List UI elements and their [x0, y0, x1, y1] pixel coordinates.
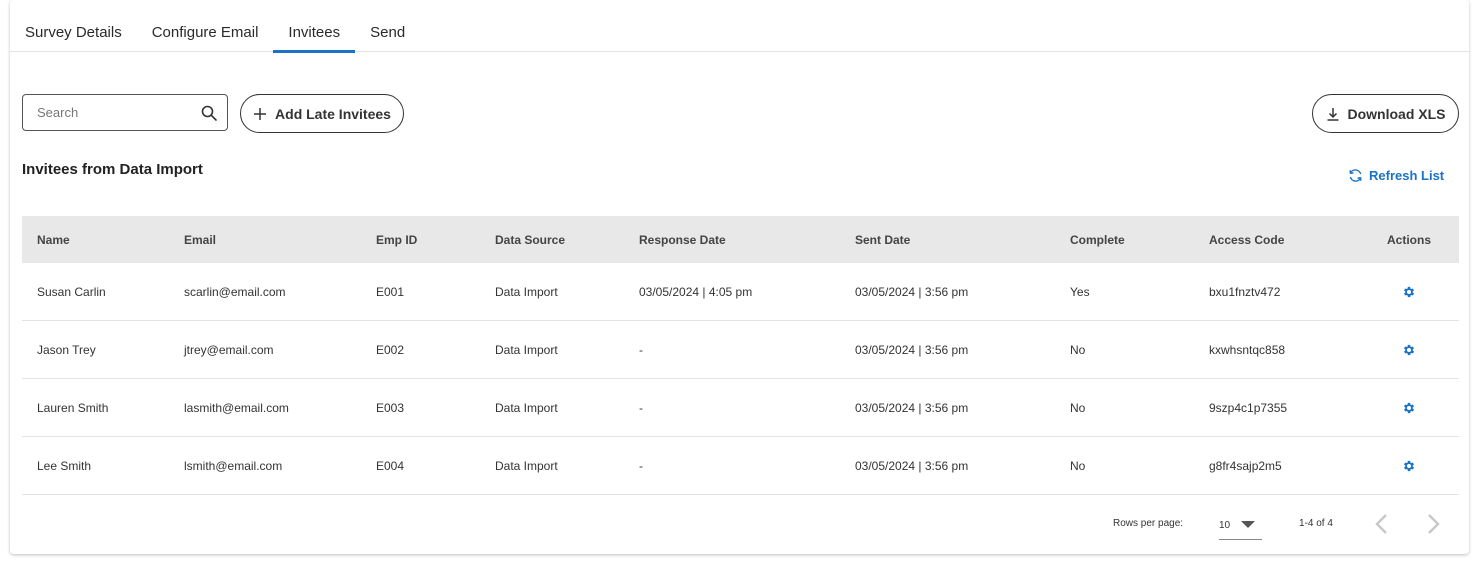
cell-emp-id: E003 — [376, 400, 405, 415]
column-header-response-date[interactable]: Response Date — [624, 233, 840, 247]
search-field — [22, 94, 228, 131]
add-late-invitees-label: Add Late Invitees — [275, 105, 391, 122]
cell-complete: Yes — [1070, 284, 1090, 299]
cell-sent-date: 03/05/2024 | 3:56 pm — [855, 400, 969, 415]
refresh-list-label: Refresh List — [1369, 168, 1445, 183]
cell-name: Jason Trey — [37, 342, 96, 357]
cell-access-code: kxwhsntqc858 — [1209, 342, 1286, 357]
column-header-data-source[interactable]: Data Source — [480, 233, 624, 247]
cell-data-source: Data Import — [495, 400, 558, 415]
cell-access-code: g8fr4sajp2m5 — [1209, 458, 1282, 473]
search-icon[interactable] — [201, 105, 217, 121]
column-header-complete[interactable]: Complete — [1055, 233, 1194, 247]
cell-name: Susan Carlin — [37, 284, 106, 299]
cell-response-date: 03/05/2024 | 4:05 pm — [639, 284, 753, 299]
refresh-list-button[interactable]: Refresh List — [1348, 168, 1444, 183]
table-row: Susan Carlin scarlin@email.com E001 Data Im… — [22, 263, 1459, 321]
table-row: Lauren Smith lasmith@email.com E003 Data Im… — [22, 379, 1459, 437]
cell-email: lsmith@email.com — [184, 458, 283, 473]
cell-response-date: - — [639, 458, 643, 473]
cell-name: Lauren Smith — [37, 400, 109, 415]
cell-name: Lee Smith — [37, 458, 92, 473]
cell-data-source: Data Import — [495, 458, 558, 473]
cell-access-code: bxu1fnztv472 — [1209, 284, 1281, 299]
cell-emp-id: E002 — [376, 342, 405, 357]
cell-actions — [1359, 458, 1459, 473]
tab-send[interactable]: Send — [355, 18, 420, 52]
refresh-icon — [1349, 169, 1362, 182]
cell-response-date: - — [639, 400, 643, 415]
add-late-invitees-button[interactable]: Add Late Invitees — [240, 94, 404, 133]
column-header-name[interactable]: Name — [22, 233, 169, 247]
search-input[interactable] — [37, 105, 197, 120]
column-header-email[interactable]: Email — [169, 233, 361, 247]
pagination: Rows per page: 10 1-4 of 4 — [10, 510, 1469, 540]
cell-data-source: Data Import — [495, 342, 558, 357]
tab-survey-details[interactable]: Survey Details — [10, 18, 137, 52]
table-body: Susan Carlin scarlin@email.com E001 Data Im… — [22, 263, 1459, 495]
caret-down-icon — [1241, 521, 1255, 528]
section-title: Invitees from Data Import — [22, 161, 203, 178]
column-header-actions: Actions — [1386, 232, 1431, 247]
table-row: Lee Smith lsmith@email.com E004 Data Import… — [22, 437, 1459, 495]
cell-data-source: Data Import — [495, 284, 558, 299]
cell-sent-date: 03/05/2024 | 3:56 pm — [855, 342, 969, 357]
page-range: 1-4 of 4 — [1299, 518, 1333, 529]
cell-email: jtrey@email.com — [184, 342, 274, 357]
cell-sent-date: 03/05/2024 | 3:56 pm — [855, 284, 969, 299]
column-header-access-code[interactable]: Access Code — [1194, 233, 1359, 247]
table-header-row: Name Email Emp ID Data Source Response D… — [22, 216, 1459, 263]
invitees-table: Name Email Emp ID Data Source Response D… — [22, 216, 1459, 495]
cell-complete: No — [1070, 458, 1086, 473]
cell-email: lasmith@email.com — [184, 400, 289, 415]
cell-actions — [1359, 284, 1459, 299]
cell-emp-id: E001 — [376, 284, 405, 299]
table-row: Jason Trey jtrey@email.com E002 Data Import… — [22, 321, 1459, 379]
download-xls-label: Download XLS — [1347, 105, 1446, 122]
column-header-emp-id[interactable]: Emp ID — [361, 233, 480, 247]
column-header-sent-date[interactable]: Sent Date — [840, 233, 1055, 247]
previous-page-icon[interactable] — [1371, 512, 1395, 536]
cell-emp-id: E004 — [376, 458, 405, 473]
rows-per-page-label: Rows per page: — [1113, 518, 1184, 529]
download-icon — [1327, 107, 1338, 121]
rows-per-page-select[interactable]: 10 — [1219, 512, 1262, 540]
gear-icon[interactable] — [1402, 401, 1416, 415]
cell-sent-date: 03/05/2024 | 3:56 pm — [855, 458, 969, 473]
tab-invitees[interactable]: Invitees — [273, 18, 355, 53]
invitees-card: Survey Details Configure Email Invitees … — [10, 0, 1469, 554]
next-page-icon[interactable] — [1420, 512, 1444, 536]
cell-actions — [1359, 400, 1459, 415]
cell-access-code: 9szp4c1p7355 — [1209, 400, 1288, 415]
tab-bar: Survey Details Configure Email Invitees … — [10, 18, 1469, 53]
cell-response-date: - — [639, 342, 643, 357]
cell-complete: No — [1070, 342, 1086, 357]
cell-actions — [1359, 342, 1459, 357]
plus-icon — [254, 107, 267, 120]
rows-per-page-value: 10 — [1219, 520, 1231, 531]
tab-configure-email[interactable]: Configure Email — [137, 18, 274, 52]
gear-icon[interactable] — [1402, 459, 1416, 473]
download-xls-button[interactable]: Download XLS — [1312, 94, 1459, 133]
cell-complete: No — [1070, 400, 1086, 415]
gear-icon[interactable] — [1402, 343, 1416, 357]
gear-icon[interactable] — [1402, 285, 1416, 299]
cell-email: scarlin@email.com — [184, 284, 286, 299]
